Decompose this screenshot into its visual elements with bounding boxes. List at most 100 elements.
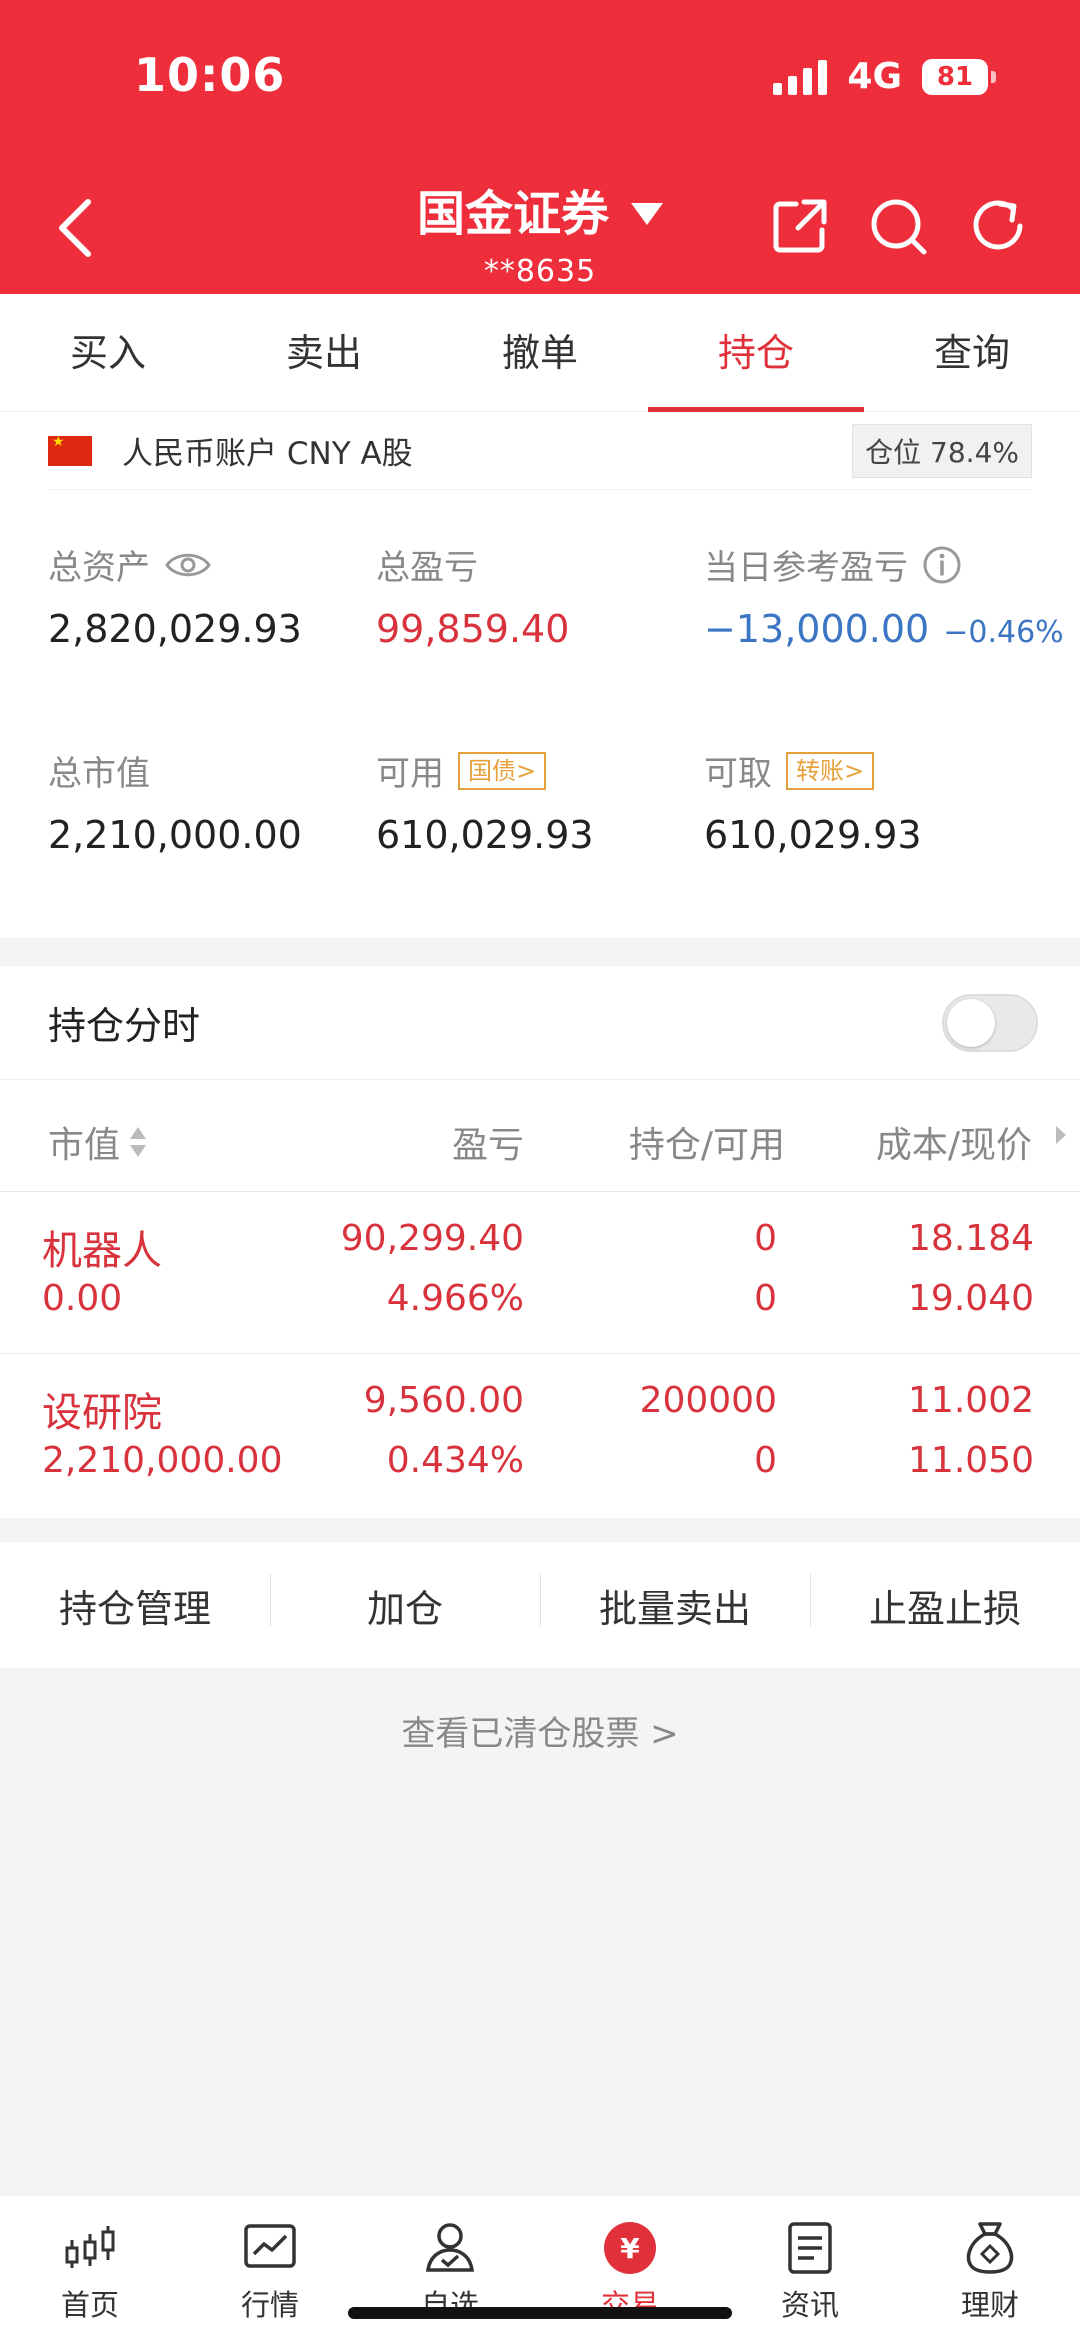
holdings-actions: 持仓管理 加仓 批量卖出 止盈止损 bbox=[0, 1542, 1080, 1668]
total-pnl-label: 总盈亏 bbox=[376, 548, 478, 588]
view-cleared-stocks-link[interactable]: 查看已清仓股票 > bbox=[0, 1706, 1080, 1755]
trade-tabs: 买入 卖出 撤单 持仓 查询 bbox=[0, 294, 1080, 412]
tab-cancel-order[interactable]: 撤单 bbox=[432, 294, 648, 411]
stock-name: 设研院 bbox=[42, 1390, 162, 1436]
stock-market-value: 0.00 bbox=[42, 1278, 123, 1319]
nav-watchlist[interactable]: 自选 bbox=[360, 2196, 540, 2341]
account-number: **8635 bbox=[483, 254, 597, 289]
day-pnl-percent: −0.46% bbox=[943, 615, 1064, 650]
battery-level: 81 bbox=[936, 61, 974, 92]
stock-available: 0 bbox=[754, 1278, 777, 1319]
top-bar: 10:06 4G 81 国金证券 **8635 bbox=[0, 0, 1080, 294]
day-pnl-row: −13,000.00 −0.46% bbox=[704, 607, 1064, 651]
stock-name: 机器人 bbox=[42, 1228, 162, 1274]
add-position-button[interactable]: 加仓 bbox=[270, 1573, 540, 1633]
metric-day-pnl: 当日参考盈亏 −13,000.00 −0.46% bbox=[704, 540, 1064, 651]
account-row: 人民币账户 CNY A股 仓位 78.4% bbox=[48, 412, 1032, 490]
timeshare-label: 持仓分时 bbox=[48, 1004, 201, 1048]
metric-available: 可用 国债> 610,029.93 bbox=[376, 746, 594, 857]
share-icon[interactable] bbox=[770, 196, 830, 256]
metric-total-pnl: 总盈亏 99,859.40 bbox=[376, 540, 569, 651]
timeshare-row: 持仓分时 bbox=[0, 966, 1080, 1080]
nav-news-label: 资讯 bbox=[780, 2288, 839, 2322]
timeshare-toggle[interactable] bbox=[942, 993, 1038, 1052]
broker-title: 国金证券 bbox=[416, 186, 609, 242]
take-profit-stop-loss-button[interactable]: 止盈止损 bbox=[810, 1573, 1080, 1633]
stock-pnl: 9,560.00 bbox=[363, 1380, 524, 1421]
stock-position: 200000 bbox=[639, 1380, 777, 1421]
nav-wealth-label: 理财 bbox=[960, 2288, 1019, 2322]
status-time: 10:06 bbox=[134, 48, 286, 102]
day-pnl-label: 当日参考盈亏 bbox=[704, 548, 908, 588]
metric-withdrawable: 可取 转账> 610,029.93 bbox=[704, 746, 922, 857]
document-icon bbox=[788, 2222, 832, 2274]
market-value-label: 总市值 bbox=[48, 754, 150, 794]
col-pnl: 盈亏 bbox=[451, 1125, 524, 1166]
position-ratio-badge: 仓位 78.4% bbox=[852, 423, 1032, 478]
total-assets-label: 总资产 bbox=[48, 548, 150, 588]
nav-market[interactable]: 行情 bbox=[180, 2196, 360, 2341]
available-value: 610,029.93 bbox=[376, 813, 594, 857]
status-indicators: 4G 81 bbox=[773, 56, 996, 97]
holding-row[interactable]: 机器人 0.00 90,299.40 4.966% 0 0 18.184 19.… bbox=[0, 1192, 1080, 1354]
holdings-header: 市值 盈亏 持仓/可用 成本/现价 bbox=[0, 1080, 1080, 1192]
nav-trade[interactable]: ¥ 交易 bbox=[540, 2196, 720, 2341]
tab-buy[interactable]: 买入 bbox=[0, 294, 216, 411]
refresh-icon[interactable] bbox=[968, 196, 1028, 256]
nav-news[interactable]: 资讯 bbox=[720, 2196, 900, 2341]
eye-icon[interactable] bbox=[164, 548, 212, 582]
svg-text:¥: ¥ bbox=[620, 2232, 640, 2265]
network-type: 4G bbox=[847, 56, 902, 97]
nav-market-label: 行情 bbox=[240, 2288, 299, 2322]
holdings-section: 持仓分时 市值 盈亏 持仓/可用 成本/现价 机器人 0.00 90,299.4… bbox=[0, 966, 1080, 1518]
stock-position: 0 bbox=[754, 1218, 777, 1259]
col-market-value: 市值 bbox=[48, 1125, 121, 1166]
stock-pnl-percent: 0.434% bbox=[386, 1440, 524, 1481]
china-flag-icon bbox=[48, 434, 92, 466]
tab-query[interactable]: 查询 bbox=[864, 294, 1080, 411]
stock-market-value: 2,210,000.00 bbox=[42, 1440, 283, 1481]
stock-pnl-percent: 4.966% bbox=[386, 1278, 524, 1319]
user-check-icon bbox=[425, 2223, 475, 2272]
holding-row[interactable]: 设研院 2,210,000.00 9,560.00 0.434% 200000 … bbox=[0, 1354, 1080, 1516]
tab-sell[interactable]: 卖出 bbox=[216, 294, 432, 411]
stock-cost: 11.002 bbox=[908, 1380, 1034, 1421]
nav-home[interactable]: 首页 bbox=[0, 2196, 180, 2341]
withdrawable-value: 610,029.93 bbox=[704, 813, 922, 857]
home-indicator bbox=[348, 2307, 732, 2319]
cellular-signal-icon bbox=[773, 59, 828, 95]
battery-icon: 81 bbox=[922, 58, 996, 95]
info-icon[interactable] bbox=[922, 545, 962, 585]
nav-home-label: 首页 bbox=[60, 2288, 119, 2322]
stock-price: 11.050 bbox=[908, 1440, 1034, 1481]
account-summary: 人民币账户 CNY A股 仓位 78.4% 总资产 2,820,029.93 总… bbox=[0, 412, 1080, 938]
chart-icon bbox=[244, 2224, 296, 2268]
available-label: 可用 bbox=[376, 754, 444, 794]
search-icon[interactable] bbox=[868, 196, 928, 256]
stock-price: 19.040 bbox=[908, 1278, 1034, 1319]
transfer-link[interactable]: 转账> bbox=[786, 751, 875, 790]
nav-wealth[interactable]: 理财 bbox=[900, 2196, 1080, 2341]
col-position: 持仓/可用 bbox=[628, 1125, 785, 1166]
tab-positions[interactable]: 持仓 bbox=[648, 294, 864, 412]
metric-total-assets: 总资产 2,820,029.93 bbox=[48, 540, 302, 651]
market-value-value: 2,210,000.00 bbox=[48, 813, 302, 857]
stock-cost: 18.184 bbox=[908, 1218, 1034, 1259]
account-name: 人民币账户 CNY A股 bbox=[122, 436, 413, 472]
stock-pnl: 90,299.40 bbox=[340, 1218, 524, 1259]
total-pnl-value: 99,859.40 bbox=[376, 607, 570, 651]
dropdown-caret-icon bbox=[631, 203, 663, 225]
metric-market-value: 总市值 2,210,000.00 bbox=[48, 746, 302, 857]
bottom-nav: 首页 行情 自选 ¥ 交易 资讯 理财 bbox=[0, 2196, 1080, 2341]
batch-sell-button[interactable]: 批量卖出 bbox=[540, 1573, 810, 1633]
candlestick-icon bbox=[65, 2226, 115, 2268]
yuan-icon: ¥ bbox=[604, 2222, 656, 2274]
manage-positions-button[interactable]: 持仓管理 bbox=[0, 1578, 270, 1633]
sort-market-value[interactable]: 市值 bbox=[48, 1116, 148, 1168]
money-bag-icon bbox=[966, 2222, 1014, 2274]
withdrawable-label: 可取 bbox=[704, 754, 772, 794]
scroll-right-icon[interactable] bbox=[1054, 1124, 1068, 1146]
day-pnl-value: −13,000.00 bbox=[704, 607, 930, 651]
treasury-bond-link[interactable]: 国债> bbox=[458, 751, 547, 790]
sort-icon bbox=[130, 1127, 147, 1157]
